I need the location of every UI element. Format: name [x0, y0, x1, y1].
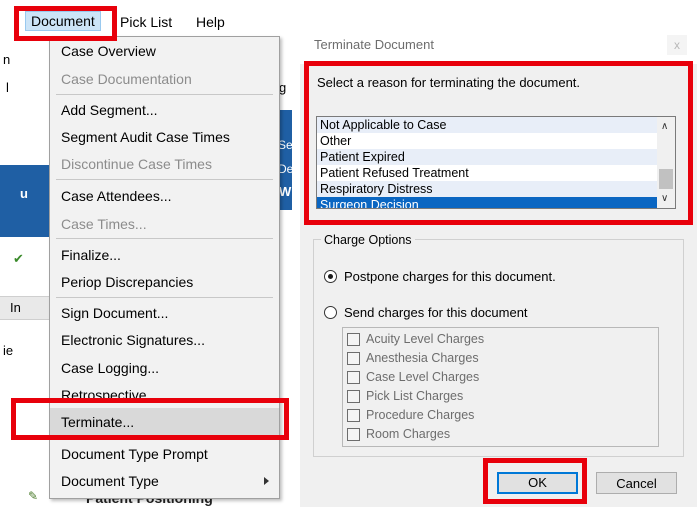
close-icon[interactable]: x: [667, 35, 687, 55]
edge-fragment: De: [278, 162, 294, 176]
checkbox: [347, 333, 360, 346]
pencil-icon: ✎: [28, 489, 39, 503]
callout-reason-list: [304, 61, 693, 225]
menu-separator: [56, 94, 273, 95]
callout-ok-button: [483, 458, 587, 504]
menu-separator: [56, 297, 273, 298]
submenu-arrow-icon: [264, 477, 269, 485]
charge-label: Pick List Charges: [366, 389, 464, 403]
dialog-titlebar: Terminate Document x: [300, 24, 697, 64]
send-charges-label[interactable]: Send charges for this document: [344, 305, 528, 320]
check-icon: ✔: [13, 251, 24, 266]
dialog-title: Terminate Document: [314, 37, 434, 52]
edge-fragment: l: [6, 80, 9, 95]
charge-options-legend: Charge Options: [321, 233, 415, 247]
edge-fragment: ie: [3, 343, 14, 358]
charges-checklist: Acuity Level Charges Anesthesia Charges …: [342, 327, 659, 447]
checkbox: [347, 371, 360, 384]
postpone-charges-label[interactable]: Postpone charges for this document.: [344, 269, 556, 284]
cancel-button[interactable]: Cancel: [596, 472, 677, 494]
edge-fragment: n: [3, 52, 11, 67]
charge-label: Acuity Level Charges: [366, 332, 485, 346]
charge-label: Anesthesia Charges: [366, 351, 479, 365]
checkbox: [347, 352, 360, 365]
menu-separator: [56, 179, 273, 180]
menu-item-case-overview[interactable]: Case Overview: [50, 37, 279, 65]
menu-item-case-documentation: Case Documentation: [61, 71, 192, 87]
edge-fragment: W: [279, 184, 292, 199]
checkbox: [347, 428, 360, 441]
checkbox: [347, 390, 360, 403]
menu-item-document-type[interactable]: Document Type: [50, 467, 279, 495]
edge-fragment: u: [20, 186, 28, 201]
charge-label: Procedure Charges: [366, 408, 475, 422]
menu-item-case-attendees[interactable]: Case Attendees...: [50, 182, 279, 210]
charge-label: Room Charges: [366, 427, 451, 441]
postpone-charges-radio[interactable]: [324, 270, 337, 283]
banner-strip-left: [0, 165, 50, 237]
menu-item-label: Document Type: [61, 473, 159, 489]
checkbox: [347, 409, 360, 422]
send-charges-radio[interactable]: [324, 306, 337, 319]
charge-label: Case Level Charges: [366, 370, 480, 384]
menu-separator: [56, 238, 273, 239]
menu-item-sign-document[interactable]: Sign Document...: [50, 299, 279, 327]
edge-fragment: g: [279, 80, 287, 95]
menu-item-case-logging[interactable]: Case Logging...: [50, 354, 279, 382]
toolbar-line: [0, 296, 50, 320]
menu-item-discontinue-case-times: Discontinue Case Times: [61, 156, 212, 172]
menu-pick-list[interactable]: Pick List: [120, 14, 172, 30]
menu-item-electronic-signatures[interactable]: Electronic Signatures...: [50, 326, 279, 354]
menu-item-periop-discrepancies[interactable]: Periop Discrepancies: [50, 268, 279, 296]
edge-fragment: In: [10, 300, 21, 315]
menu-item-segment-audit-case-times[interactable]: Segment Audit Case Times: [50, 123, 279, 151]
callout-document-menu: [14, 6, 117, 41]
menu-item-case-times: Case Times...: [61, 216, 147, 232]
edge-fragment: Se: [278, 138, 293, 152]
menu-item-add-segment[interactable]: Add Segment...: [50, 96, 279, 124]
menu-item-finalize[interactable]: Finalize...: [50, 241, 279, 269]
menu-help[interactable]: Help: [196, 14, 225, 30]
menu-item-document-type-prompt[interactable]: Document Type Prompt: [50, 440, 279, 468]
callout-terminate-item: [11, 398, 289, 440]
